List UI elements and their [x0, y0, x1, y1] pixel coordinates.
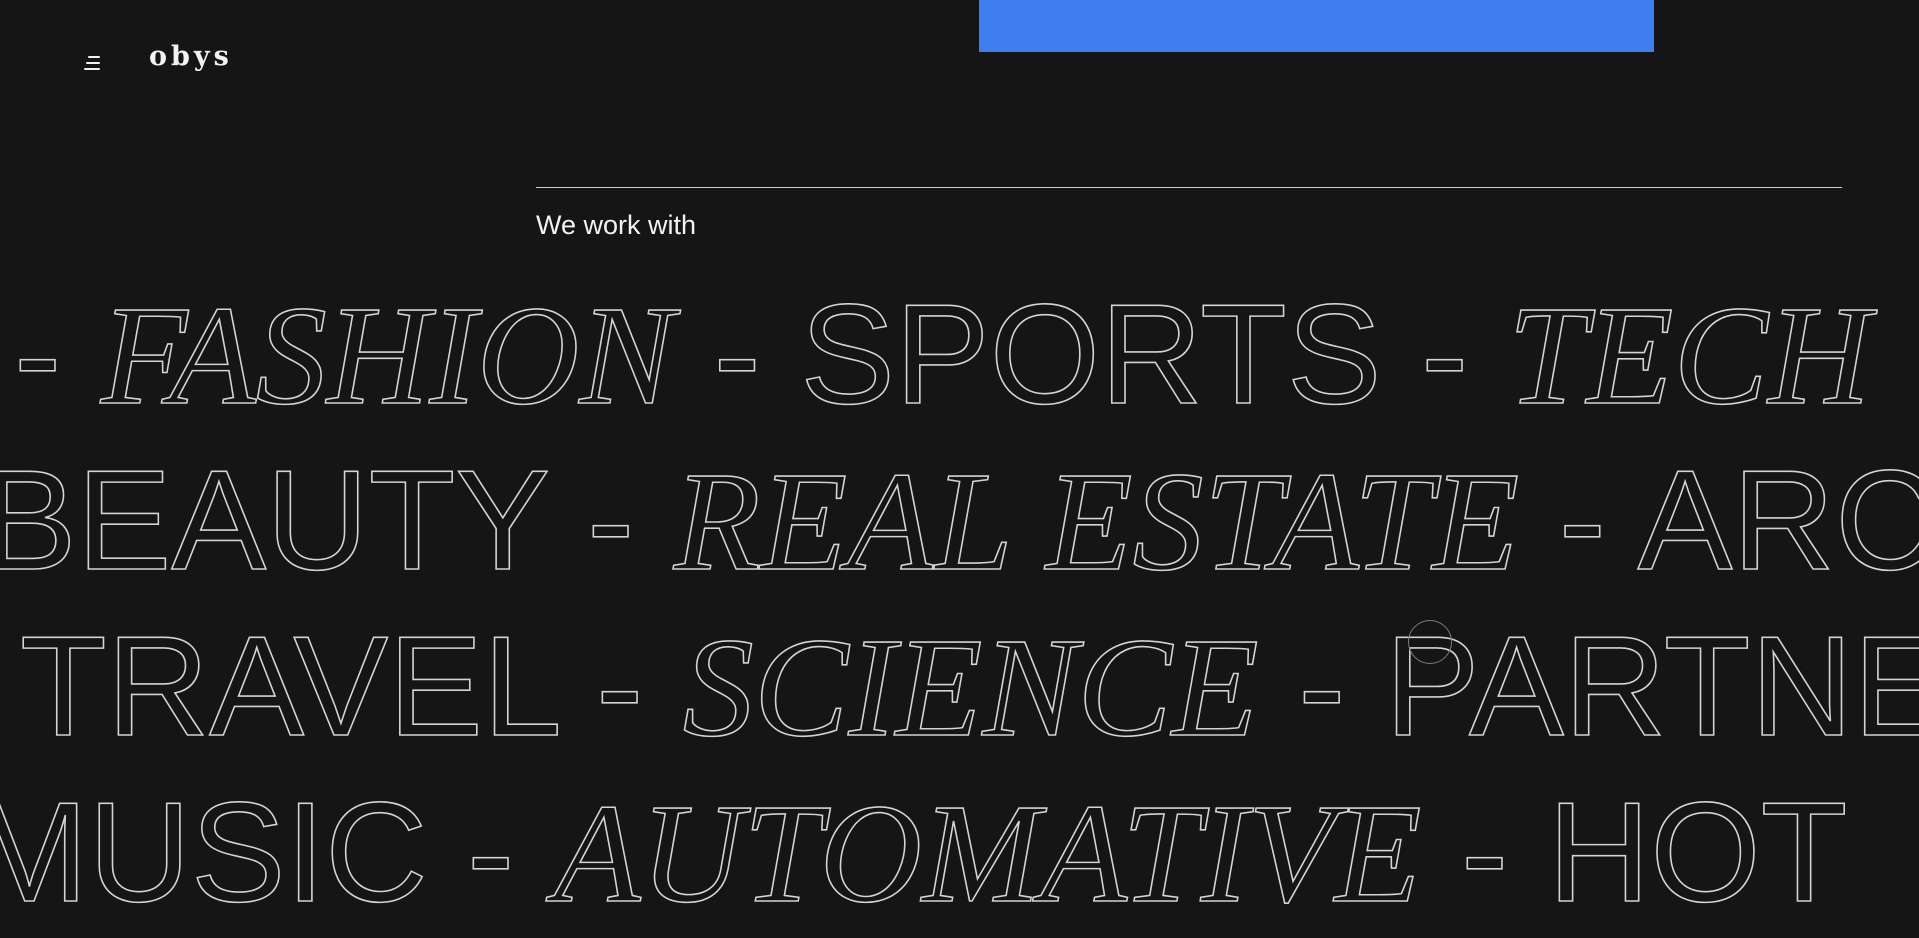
industry-word: PARTNE: [1384, 607, 1919, 766]
marquee-separator: -: [595, 607, 644, 766]
marquee-separator: -: [1558, 441, 1607, 600]
industry-word: AUTOMATIVE: [553, 774, 1422, 932]
marquee-separator: -: [713, 275, 762, 434]
marquee-separator: -: [1297, 607, 1346, 766]
industry-word: HOT: [1547, 773, 1848, 932]
marquee-row: BEAUTY - REAL ESTATE - ARC: [0, 449, 1919, 593]
industry-word: SCIENCE: [682, 608, 1260, 766]
marquee-separator: -: [466, 773, 515, 932]
industry-word: SPORTS: [799, 275, 1382, 434]
logo[interactable]: obys: [149, 43, 233, 70]
marquee-separator: -: [13, 275, 62, 434]
industry-word: MUSIC: [0, 773, 428, 932]
marquee-separator: -: [1460, 773, 1509, 932]
marquee-separator: -: [586, 441, 635, 600]
industry-word: TECH: [1507, 276, 1872, 434]
industry-word: ARC: [1637, 441, 1919, 600]
section-label: We work with: [536, 210, 697, 240]
blue-banner-block: [979, 0, 1654, 52]
menu-line: [88, 56, 100, 58]
menu-line: [84, 68, 100, 70]
section-divider: [536, 187, 1842, 188]
industry-word: TRAVEL: [19, 607, 557, 766]
hamburger-menu-icon[interactable]: [84, 55, 106, 73]
cursor-ring: [1408, 620, 1452, 664]
industry-word: REAL ESTATE: [673, 442, 1520, 600]
marquee-row: TRAVEL - SCIENCE - PARTNE: [19, 615, 1919, 759]
marquee-row: MUSIC - AUTOMATIVE - HOT: [0, 781, 1848, 925]
industries-marquee: - FASHION - SPORTS - TECH BEAUTY - REAL …: [0, 270, 1919, 938]
marquee-row: - FASHION - SPORTS - TECH: [13, 283, 1871, 427]
industry-word: FASHION: [100, 276, 675, 434]
menu-line: [86, 62, 100, 64]
marquee-separator: -: [1420, 275, 1469, 434]
industry-word: BEAUTY: [0, 441, 548, 600]
